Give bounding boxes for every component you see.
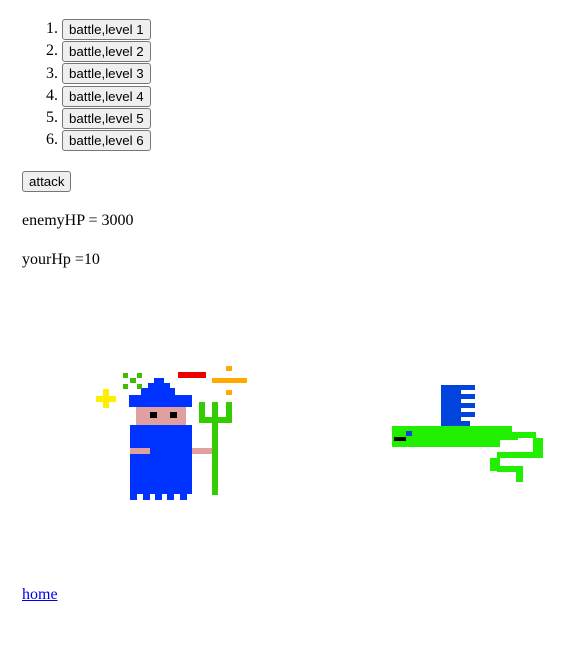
battle-level-6-button[interactable]: battle,level 6	[62, 130, 151, 152]
level-list: battle,level 1 battle,level 2 battle,lev…	[22, 18, 151, 152]
battle-level-5-button[interactable]: battle,level 5	[62, 108, 151, 130]
your-hp-text: yourHp =10	[22, 251, 100, 268]
enemy-mouth	[394, 437, 406, 441]
red-dash-icon	[178, 372, 206, 378]
battle-level-1-button[interactable]: battle,level 1	[62, 18, 151, 40]
home-link[interactable]: home	[22, 585, 58, 605]
wizard-face	[136, 407, 186, 425]
level-item: battle,level 6	[62, 129, 151, 152]
wizard-hat	[129, 378, 192, 407]
enemy-hp-text: enemyHP = 3000	[22, 212, 134, 229]
wizard-sprite	[96, 366, 247, 500]
wizard-robe	[130, 425, 192, 500]
enemy-body	[392, 426, 543, 482]
enemy-fin	[441, 385, 475, 431]
battle-level-4-button[interactable]: battle,level 4	[62, 85, 151, 107]
battle-level-3-button[interactable]: battle,level 3	[62, 63, 151, 85]
level-item: battle,level 5	[62, 107, 151, 130]
battle-level-2-button[interactable]: battle,level 2	[62, 41, 151, 63]
level-item: battle,level 3	[62, 63, 151, 85]
attack-button[interactable]: attack	[22, 171, 72, 192]
enemy-creature-sprite	[392, 385, 543, 482]
orange-divide-icon	[212, 366, 247, 395]
level-item: battle,level 4	[62, 85, 151, 107]
level-item: battle,level 2	[62, 40, 151, 63]
yellow-plus-icon	[96, 389, 116, 408]
battle-scene	[96, 366, 543, 500]
enemy-eye	[406, 431, 412, 436]
level-item: battle,level 1	[62, 18, 151, 40]
green-x-icon	[123, 373, 142, 389]
wizard-left-arm	[130, 448, 150, 454]
